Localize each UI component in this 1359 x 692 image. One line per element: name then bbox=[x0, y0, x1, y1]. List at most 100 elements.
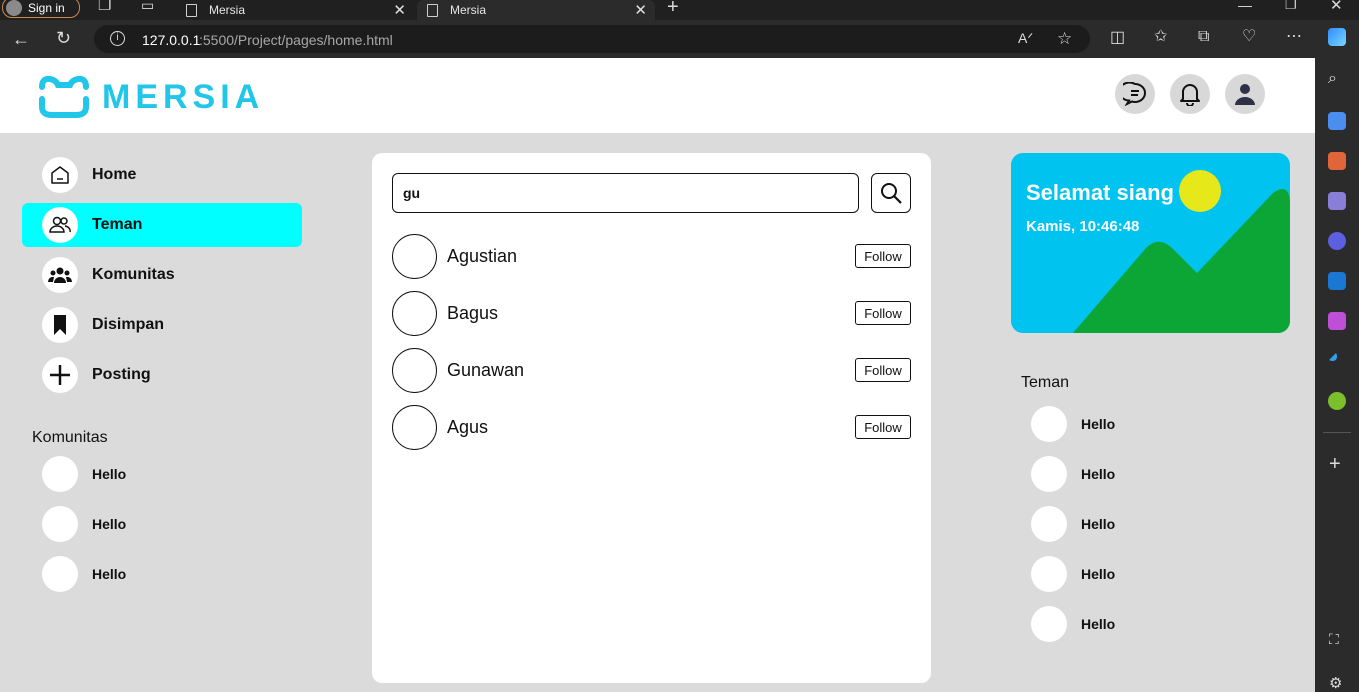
greeting-datetime: Kamis, 10:46:48 bbox=[1026, 218, 1140, 235]
komunitas-item[interactable]: Hello bbox=[42, 506, 126, 542]
page-icon bbox=[427, 3, 438, 17]
minimize-icon[interactable]: — bbox=[1238, 0, 1252, 12]
user-avatar[interactable] bbox=[392, 347, 437, 393]
refresh-icon[interactable]: ↻ bbox=[56, 29, 71, 47]
games-icon[interactable] bbox=[1328, 192, 1346, 210]
address-bar-row: ← ↻ i 127.0.0.1 :5500/Project/pages/home… bbox=[0, 20, 1315, 58]
collections-icon[interactable]: ⧉ bbox=[1198, 29, 1209, 45]
brand-logo[interactable]: MERSIA bbox=[38, 75, 264, 119]
profile-button[interactable] bbox=[1225, 74, 1265, 114]
notifications-button[interactable] bbox=[1170, 74, 1210, 114]
tab-2-active[interactable]: Mersia ✕ bbox=[417, 0, 655, 20]
komunitas-avatar bbox=[42, 556, 78, 592]
shopping-icon[interactable] bbox=[1328, 112, 1346, 130]
nav-komunitas[interactable]: Komunitas bbox=[22, 253, 302, 297]
split-screen-icon[interactable]: ◫ bbox=[1110, 30, 1125, 46]
search-sidebar-icon[interactable]: ⌕ bbox=[1328, 70, 1346, 88]
page-icon bbox=[186, 3, 197, 17]
friend-search-panel: Agustian Follow Bagus Follow Gunawan Fol… bbox=[372, 153, 931, 683]
profile-icon bbox=[6, 0, 22, 16]
tools-icon[interactable] bbox=[1328, 152, 1346, 170]
user-avatar[interactable] bbox=[392, 404, 437, 450]
komunitas-item-label: Hello bbox=[92, 516, 127, 532]
favorites-icon[interactable]: ✩ bbox=[1154, 29, 1167, 45]
teman-avatar bbox=[1031, 506, 1067, 542]
nav-posting[interactable]: Posting bbox=[22, 353, 302, 397]
greeting-title: Selamat siang bbox=[1026, 180, 1174, 205]
nav-home[interactable]: Home bbox=[22, 153, 302, 197]
user-avatar-icon bbox=[1235, 84, 1255, 105]
search-input[interactable] bbox=[392, 173, 859, 213]
home-icon bbox=[42, 157, 78, 193]
close-tab-icon[interactable]: ✕ bbox=[634, 1, 647, 19]
tab-title: Mersia bbox=[450, 3, 487, 17]
teman-avatar bbox=[1031, 556, 1067, 592]
url-field[interactable]: i 127.0.0.1 :5500/Project/pages/home.htm… bbox=[94, 25, 1090, 53]
read-aloud-icon[interactable]: Aᐟ bbox=[1018, 31, 1033, 45]
follow-button[interactable]: Follow bbox=[855, 415, 911, 439]
user-avatar[interactable] bbox=[392, 233, 437, 279]
browser-essentials-icon[interactable]: ♡ bbox=[1242, 29, 1256, 45]
komunitas-item-label: Hello bbox=[92, 466, 127, 482]
new-tab-icon[interactable]: + bbox=[667, 0, 679, 17]
teman-item[interactable]: Hello bbox=[1031, 506, 1115, 542]
sign-in-label: Sign in bbox=[28, 0, 65, 15]
nav-disimpan[interactable]: Disimpan bbox=[22, 303, 302, 347]
community-icon bbox=[42, 257, 78, 293]
more-menu-icon[interactable]: ⋯ bbox=[1286, 29, 1302, 45]
nav-label: Komunitas bbox=[92, 266, 175, 283]
workspaces-icon[interactable]: ❐ bbox=[98, 0, 111, 13]
microsoft-365-icon[interactable] bbox=[1328, 232, 1346, 250]
nav-label: Home bbox=[92, 166, 137, 183]
teman-item-label: Hello bbox=[1081, 516, 1116, 532]
messages-button[interactable] bbox=[1115, 74, 1155, 114]
follow-button[interactable]: Follow bbox=[855, 358, 911, 382]
teman-item[interactable]: Hello bbox=[1031, 406, 1115, 442]
follow-button[interactable]: Follow bbox=[855, 244, 911, 268]
close-window-icon[interactable]: ✕ bbox=[1330, 0, 1343, 13]
drop-icon[interactable] bbox=[1328, 352, 1337, 361]
komunitas-item[interactable]: Hello bbox=[42, 556, 126, 592]
teman-item[interactable]: Hello bbox=[1031, 606, 1115, 642]
user-name[interactable]: Bagus bbox=[447, 303, 855, 324]
close-tab-icon[interactable]: ✕ bbox=[393, 1, 406, 19]
tab-actions-icon[interactable]: ▭ bbox=[141, 0, 154, 12]
komunitas-avatar bbox=[42, 456, 78, 492]
teman-item[interactable]: Hello bbox=[1031, 556, 1115, 592]
nav-teman[interactable]: Teman bbox=[22, 203, 302, 247]
designer-icon[interactable] bbox=[1328, 312, 1346, 330]
search-button[interactable] bbox=[871, 173, 911, 213]
komunitas-avatar bbox=[42, 506, 78, 542]
outlook-icon[interactable] bbox=[1328, 272, 1346, 290]
komunitas-item[interactable]: Hello bbox=[42, 456, 126, 492]
settings-icon[interactable]: ⚙ bbox=[1329, 676, 1342, 691]
nav-label: Teman bbox=[92, 216, 143, 233]
plus-icon bbox=[42, 357, 78, 393]
hills-shape bbox=[1073, 189, 1290, 333]
chat-icon bbox=[1123, 82, 1146, 106]
user-name[interactable]: Agustian bbox=[447, 246, 855, 267]
favorite-star-icon[interactable]: ☆ bbox=[1057, 30, 1072, 47]
site-info-icon[interactable]: i bbox=[110, 31, 125, 46]
teman-item-label: Hello bbox=[1081, 566, 1116, 582]
teman-heading: Teman bbox=[1021, 374, 1070, 391]
back-icon[interactable]: ← bbox=[12, 30, 30, 48]
follow-button[interactable]: Follow bbox=[855, 301, 911, 325]
friends-icon bbox=[42, 207, 78, 243]
komunitas-heading: Komunitas bbox=[32, 429, 108, 446]
tab-1[interactable]: Mersia ✕ bbox=[186, 0, 414, 20]
user-result-row: Agus Follow bbox=[392, 404, 911, 450]
maximize-icon[interactable]: ❐ bbox=[1285, 0, 1297, 11]
user-name[interactable]: Gunawan bbox=[447, 360, 855, 381]
add-sidebar-icon[interactable]: + bbox=[1329, 454, 1341, 474]
copilot-icon[interactable] bbox=[1328, 28, 1346, 46]
sign-in-button[interactable]: Sign in bbox=[2, 0, 80, 18]
greeting-card: Selamat siang Kamis, 10:46:48 bbox=[1011, 153, 1290, 333]
screenshot-icon[interactable]: ⛶ bbox=[1329, 632, 1339, 646]
bell-icon bbox=[1180, 84, 1200, 106]
user-avatar[interactable] bbox=[392, 290, 437, 336]
teman-item[interactable]: Hello bbox=[1031, 456, 1115, 492]
teman-item-label: Hello bbox=[1081, 416, 1116, 432]
tree-icon[interactable] bbox=[1328, 392, 1346, 410]
user-name[interactable]: Agus bbox=[447, 417, 855, 438]
